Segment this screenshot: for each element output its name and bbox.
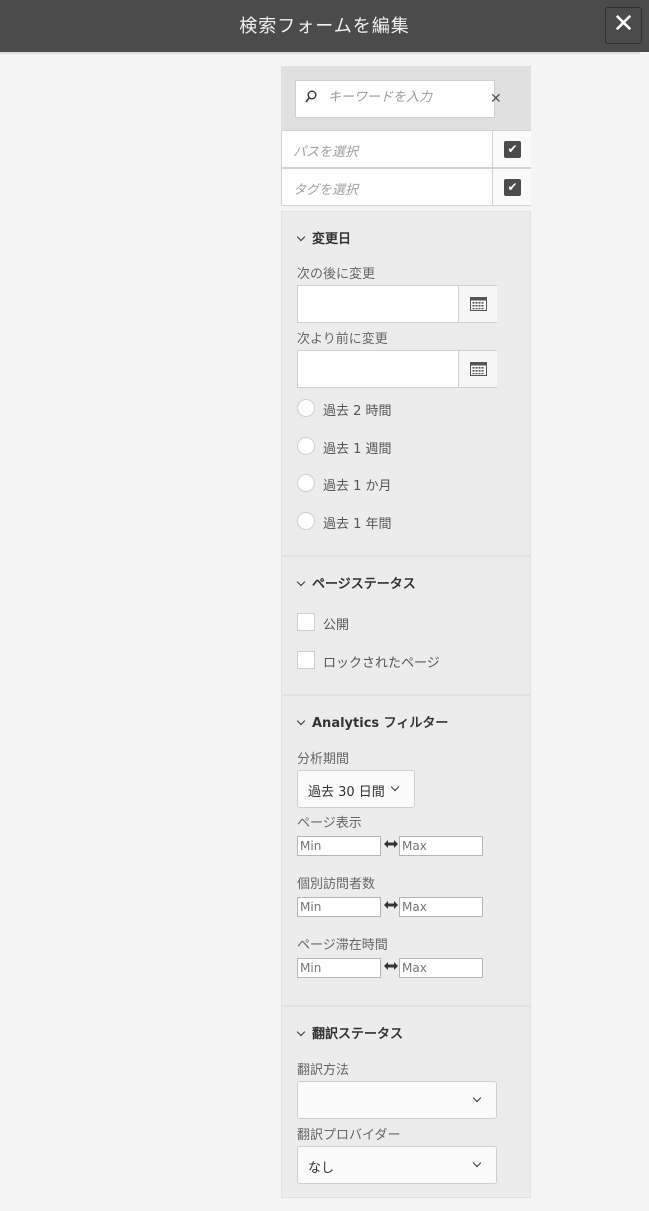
calendar-icon	[470, 362, 487, 376]
double-arrow-icon	[384, 901, 398, 909]
page-title: 検索フォームを編集	[239, 16, 410, 37]
chevron-down-icon	[296, 716, 306, 726]
chevron-down-icon	[296, 577, 306, 587]
keyword-input[interactable]	[328, 90, 478, 105]
clear-icon[interactable]: ✕	[490, 91, 502, 107]
unique-visitors-max-input[interactable]	[399, 897, 483, 917]
double-arrow-icon	[384, 962, 398, 970]
translation-method-label: 翻訳方法	[297, 1063, 350, 1078]
page-views-min-input[interactable]	[297, 836, 381, 856]
analytics-period-label: 分析期間	[297, 752, 350, 767]
translation-title: 翻訳ステータス	[312, 1027, 404, 1042]
double-arrow-icon	[384, 840, 398, 848]
top-bar: 検索フォームを編集 ✕	[0, 0, 649, 52]
radio-label: 過去 1 か月	[323, 479, 392, 494]
chevron-down-icon	[296, 232, 306, 242]
translation-provider-select[interactable]: なし	[297, 1146, 497, 1184]
analytics-title: Analytics フィルター	[312, 716, 449, 731]
modified-before-field[interactable]	[297, 350, 497, 388]
analytics-period-select[interactable]: 過去 30 日間	[297, 770, 415, 808]
unique-visitors-min-input[interactable]	[297, 897, 381, 917]
tag-picker-button[interactable]: ✔	[492, 169, 531, 205]
page-views-label: ページ表示	[297, 816, 362, 831]
chevron-down-icon	[472, 1093, 482, 1103]
tag-picker-placeholder: タグを選択	[293, 183, 359, 198]
unique-visitors-label: 個別訪問者数	[297, 877, 376, 892]
modified-date-title: 変更日	[312, 232, 352, 247]
keyword-panel: ✕	[281, 66, 531, 130]
path-picker-button[interactable]: ✔	[492, 131, 531, 167]
tag-picker[interactable]: タグを選択 ✔	[281, 168, 531, 206]
time-on-page-max-input[interactable]	[399, 958, 483, 978]
modified-date-section: 変更日 次の後に変更 次より前に変更 過去 2 時間 過去 1 週間 過去 1 …	[281, 211, 531, 556]
time-on-page-label: ページ滞在時間	[297, 938, 388, 953]
checkbox-published[interactable]	[297, 613, 315, 631]
analytics-period-value: 過去 30 日間	[308, 785, 385, 800]
radio-label: 過去 1 年間	[323, 517, 392, 532]
path-picker[interactable]: パスを選択 ✔	[281, 130, 531, 168]
checkbox-locked-pages[interactable]	[297, 651, 315, 669]
radio-past-2-hours[interactable]	[297, 399, 315, 417]
chevron-down-icon	[296, 1027, 306, 1037]
close-icon: ✕	[612, 9, 635, 39]
time-on-page-min-input[interactable]	[297, 958, 381, 978]
translation-method-select[interactable]	[297, 1081, 497, 1119]
search-icon	[305, 90, 317, 103]
path-picker-placeholder: パスを選択	[293, 145, 359, 160]
divider	[0, 52, 640, 54]
modified-after-field[interactable]	[297, 285, 497, 323]
radio-past-1-year[interactable]	[297, 512, 315, 530]
calendar-button[interactable]	[458, 286, 497, 322]
chevron-down-icon	[472, 1158, 482, 1168]
radio-past-1-month[interactable]	[297, 474, 315, 492]
checkbox-label: ロックされたページ	[323, 656, 440, 671]
chevron-down-icon	[390, 782, 400, 792]
analytics-header[interactable]: Analytics フィルター	[296, 712, 449, 731]
radio-past-1-week[interactable]	[297, 437, 315, 455]
modified-before-label: 次より前に変更	[297, 332, 388, 347]
checkbox-checked-icon: ✔	[504, 141, 521, 158]
keyword-field[interactable]	[295, 80, 495, 118]
modified-date-header[interactable]: 変更日	[296, 228, 352, 247]
page-views-max-input[interactable]	[399, 836, 483, 856]
page-status-header[interactable]: ページステータス	[296, 573, 416, 592]
radio-label: 過去 2 時間	[323, 404, 392, 419]
translation-header[interactable]: 翻訳ステータス	[296, 1023, 404, 1042]
calendar-icon	[470, 297, 487, 311]
analytics-section: Analytics フィルター 分析期間 過去 30 日間 ページ表示 個別訪問…	[281, 695, 531, 1006]
translation-provider-value: なし	[308, 1161, 335, 1176]
close-button[interactable]: ✕	[605, 7, 642, 44]
page-status-section: ページステータス 公開 ロックされたページ	[281, 556, 531, 695]
translation-section: 翻訳ステータス 翻訳方法 翻訳プロバイダー なし	[281, 1006, 531, 1198]
checkbox-checked-icon: ✔	[504, 179, 521, 196]
calendar-button[interactable]	[458, 351, 497, 387]
checkbox-label: 公開	[323, 618, 350, 633]
modified-after-label: 次の後に変更	[297, 267, 376, 282]
page-status-title: ページステータス	[312, 577, 416, 592]
radio-label: 過去 1 週間	[323, 442, 392, 457]
translation-provider-label: 翻訳プロバイダー	[297, 1128, 401, 1143]
